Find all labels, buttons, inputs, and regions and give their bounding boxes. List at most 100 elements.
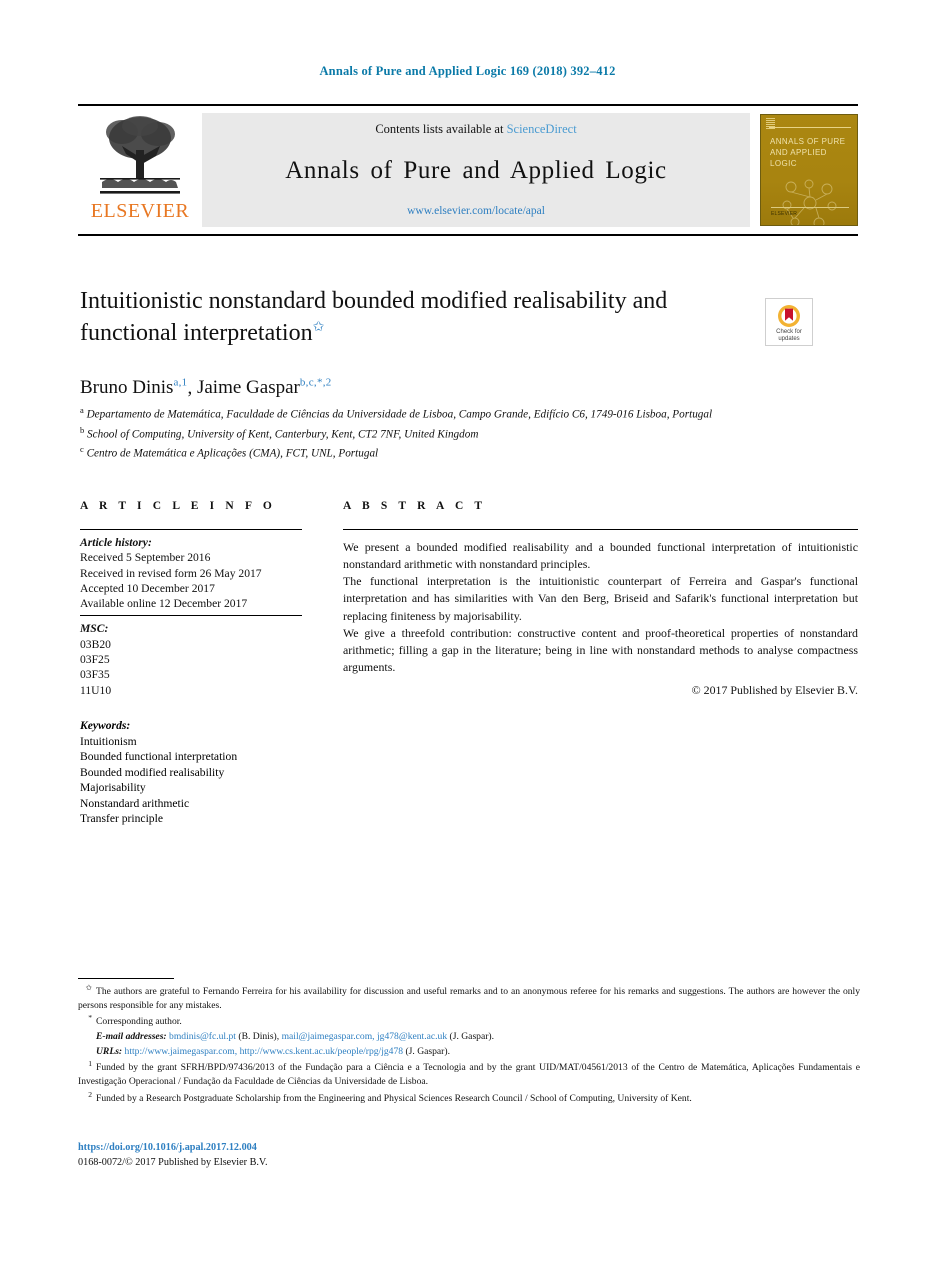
keyword-item: Intuitionism (80, 734, 137, 748)
history-item: Available online 12 December 2017 (80, 597, 248, 611)
journal-title: Annals of Pure and Applied Logic (285, 157, 667, 184)
footnote-1-text: Funded by the grant SFRH/BPD/97436/2013 … (78, 1062, 860, 1088)
email-addresses-label: E-mail addresses: (96, 1031, 167, 1043)
affiliation-mark: b (80, 424, 85, 435)
email-owner: (B. Dinis), (238, 1031, 280, 1043)
affiliation-item: c Centro de Matemática e Aplicações (CMA… (80, 443, 760, 463)
msc-item: 03F25 (80, 653, 110, 667)
contents-prefix: Contents lists available at (375, 122, 507, 136)
msc-item: 11U10 (80, 683, 112, 697)
journal-masthead: ELSEVIER Contents lists available at Sci… (78, 104, 858, 236)
affiliation-item: a Departamento de Matemática, Faculdade … (80, 404, 760, 424)
elsevier-wordmark: ELSEVIER (90, 200, 190, 222)
msc-label: MSC: (80, 622, 109, 636)
cover-footer: ELSEVIER (771, 207, 849, 217)
cover-artwork-icon (782, 179, 837, 225)
footnote-2-text: Funded by a Research Postgraduate Schola… (96, 1093, 692, 1105)
author-entry: Bruno Dinisa,1 (80, 377, 187, 398)
abstract-paragraph: We present a bounded modified realisabil… (343, 540, 858, 572)
affiliation-mark: a (80, 405, 84, 415)
elsevier-logo: ELSEVIER (78, 106, 202, 234)
author-affiliation-marks[interactable]: a,1 (173, 377, 187, 389)
url-link[interactable]: http://www.cs.kent.ac.uk/people/rpg/jg47… (240, 1046, 404, 1057)
affiliation-list: a Departamento de Matemática, Faculdade … (80, 404, 760, 463)
keyword-item: Majorisability (80, 781, 146, 795)
footnotes-block: ✩ The authors are grateful to Fernando Fe… (78, 978, 860, 1107)
author-name: Bruno Dinis (80, 377, 174, 399)
email-link[interactable]: bmdinis@fc.ul.pt (169, 1031, 236, 1042)
article-first-page: Annals of Pure and Applied Logic 169 (20… (0, 0, 935, 1266)
history-item: Accepted 10 December 2017 (80, 581, 215, 595)
history-item: Received 5 September 2016 (80, 551, 211, 565)
affiliation-mark: c (80, 444, 84, 455)
crossmark-badge[interactable]: Check for updates (765, 298, 813, 346)
affiliation-text: Centro de Matemática e Aplicações (CMA),… (86, 448, 379, 461)
author-name: Jaime Gaspar (196, 377, 300, 399)
footnote-urls: URLs: http://www.jaimegaspar.com, http:/… (78, 1045, 860, 1059)
crossmark-label: Check for updates (776, 329, 802, 343)
sciencedirect-link[interactable]: ScienceDirect (507, 122, 577, 136)
cover-title: ANNALS OF PURE AND APPLIED LOGIC (770, 137, 846, 168)
footnote-1: 1 Funded by the grant SFRH/BPD/97436/2013… (78, 1059, 860, 1088)
elsevier-tree-icon (100, 116, 180, 194)
crossmark-icon (778, 304, 800, 327)
abstract-paragraph: We give a threefold contribution: constr… (343, 625, 858, 674)
running-head: Annals of Pure and Applied Logic 169 (20… (319, 64, 616, 78)
article-history-group: Article history: Received 5 September 20… (80, 530, 302, 615)
author-list: Bruno Dinisa,1, Jaime Gasparb,c,*,2 (80, 377, 740, 399)
footnote-corresponding-author: * Corresponding author. (78, 1013, 860, 1029)
author-entry: Jaime Gasparb,c,*,2 (197, 377, 332, 398)
article-info-heading: A R T I C L E I N F O (80, 500, 276, 512)
msc-group: MSC: 03B20 03F25 03F35 11U10 (80, 616, 302, 701)
footnote-star-text: The authors are grateful to Fernando Fer… (78, 986, 860, 1011)
footnote-1-marker: 1 (88, 1059, 92, 1069)
keywords-label: Keywords: (80, 718, 131, 732)
keyword-item: Bounded functional interpretation (80, 750, 238, 764)
issn-copyright-line: 0168-0072/© 2017 Published by Elsevier B… (78, 1157, 268, 1169)
bottom-matter: https://doi.org/10.1016/j.apal.2017.12.0… (78, 1140, 860, 1171)
journal-banner: Contents lists available at ScienceDirec… (202, 113, 750, 227)
article-info-column: A R T I C L E I N F O Article history: R… (80, 500, 302, 827)
footnote-emails: E-mail addresses: bmdinis@fc.ul.pt (B. D… (78, 1030, 860, 1044)
email-link[interactable]: jg478@kent.ac.uk (377, 1031, 447, 1042)
urls-label: URLs: (96, 1045, 123, 1057)
page-title: Intuitionistic nonstandard bounded modif… (80, 286, 740, 350)
doi-link[interactable]: https://doi.org/10.1016/j.apal.2017.12.0… (78, 1142, 257, 1153)
affiliation-text: School of Computing, University of Kent,… (87, 428, 479, 441)
journal-homepage-link[interactable]: www.elsevier.com/locate/apal (407, 205, 545, 217)
history-item: Received in revised form 26 May 2017 (80, 566, 262, 580)
abstract-column: A B S T R A C T We present a bounded mod… (343, 500, 858, 699)
title-block: Intuitionistic nonstandard bounded modif… (80, 286, 740, 399)
footnote-asterisk-marker: * (88, 1013, 92, 1023)
msc-item: 03F35 (80, 668, 110, 682)
email-link[interactable]: mail@jaimegaspar.com, (282, 1031, 375, 1042)
footnote-star: ✩ The authors are grateful to Fernando Fe… (78, 983, 860, 1012)
keyword-item: Nonstandard arithmetic (80, 796, 190, 810)
abstract-paragraph: The functional interpretation is the int… (343, 574, 858, 623)
footnotes-rule (78, 978, 174, 979)
author-separator: , (187, 377, 197, 399)
footnote-2: 2 Funded by a Research Postgraduate Schol… (78, 1090, 860, 1106)
url-owner: (J. Gaspar). (405, 1045, 450, 1057)
footnote-corresponding-text: Corresponding author. (96, 1016, 182, 1028)
affiliation-text: Departamento de Matemática, Faculdade de… (86, 408, 713, 421)
paper-title-text: Intuitionistic nonstandard bounded modif… (80, 288, 668, 346)
email-owner: (J. Gaspar). (449, 1031, 495, 1043)
abstract-body: We present a bounded modified realisabil… (343, 530, 858, 699)
affiliation-item: b School of Computing, University of Ken… (80, 424, 760, 444)
keyword-item: Bounded modified realisability (80, 765, 225, 779)
cover-divider (769, 127, 851, 128)
journal-cover-thumbnail[interactable]: ANNALS OF PURE AND APPLIED LOGIC ELSEVIE… (760, 114, 858, 226)
doi-link-wrapper: https://doi.org/10.1016/j.apal.2017.12.0… (78, 1140, 860, 1155)
title-footnote-marker[interactable]: ✩ (313, 320, 325, 335)
cover-footer-text: ELSEVIER (771, 211, 798, 217)
msc-item: 03B20 (80, 637, 111, 651)
crossmark-line1: Check for (776, 328, 802, 335)
abstract-heading: A B S T R A C T (343, 500, 487, 512)
keywords-group: Keywords: Intuitionism Bounded functiona… (80, 718, 302, 827)
author-affiliation-marks[interactable]: b,c,*,2 (300, 377, 332, 389)
url-link[interactable]: http://www.jaimegaspar.com, (125, 1046, 238, 1057)
crossmark-line2: updates (778, 335, 800, 342)
article-history-label: Article history: (80, 536, 152, 549)
footnote-star-marker: ✩ (85, 983, 92, 992)
